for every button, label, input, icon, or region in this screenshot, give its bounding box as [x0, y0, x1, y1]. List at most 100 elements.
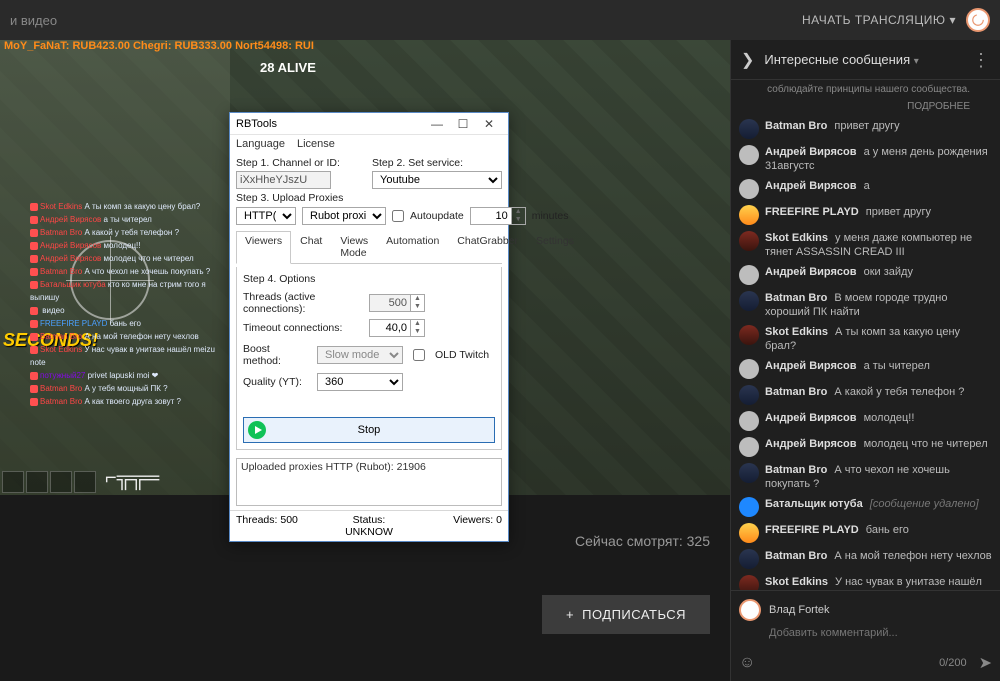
tab-automation[interactable]: Automation — [377, 231, 448, 263]
ingame-chat-line: потужный27 privet lapuski moi ❤ — [30, 369, 230, 382]
caret-down-icon: ▾ — [914, 56, 919, 67]
avatar-logo-icon — [971, 13, 985, 27]
chat-username[interactable]: Batman Bro — [765, 292, 827, 304]
autoupdate-minutes-input[interactable] — [470, 207, 512, 225]
chat-text: привет другу — [834, 120, 899, 132]
chat-text: а ты читерел — [864, 360, 930, 372]
tab-chat[interactable]: Chat — [291, 231, 331, 263]
chat-message: Skot Edkins у меня даже компьютер не тян… — [737, 228, 994, 262]
chat-username[interactable]: Батальщик ютуба — [765, 498, 863, 510]
avatar-icon — [739, 231, 759, 251]
ingame-chat-line: Batman Bro А на мой телефон нету чехлов — [30, 330, 230, 343]
chat-username[interactable]: Batman Bro — [765, 464, 827, 476]
chat-username[interactable]: Андрей Вирясов — [765, 360, 857, 372]
ingame-chat-line: Андрей Вирясов молодец что не читерел — [30, 252, 230, 265]
chat-messages: Batman Bro привет другу Андрей Вирясов а… — [731, 114, 1000, 590]
caret-down-icon: ▾ — [949, 13, 956, 27]
chat-message: Батальщик ютуба [сообщение удалено] — [737, 494, 994, 520]
ingame-chat-line: Batman Bro А что чехол не хочешь покупат… — [30, 265, 230, 278]
minimize-icon[interactable]: — — [424, 117, 450, 131]
menu-license[interactable]: License — [297, 138, 335, 150]
topbar-left-text: и видео — [10, 13, 57, 28]
avatar-icon — [739, 179, 759, 199]
community-notice: соблюдайте принципы нашего сообщества. — [731, 80, 1000, 97]
boost-select[interactable]: Slow mode — [317, 346, 403, 364]
tab-views-mode[interactable]: Views Mode — [331, 231, 377, 263]
hotbar — [2, 471, 96, 493]
old-twitch-checkbox[interactable] — [413, 349, 425, 361]
chat-message: Андрей Вирясов молодец что не читерел — [737, 434, 994, 460]
stop-button[interactable]: Stop — [243, 417, 495, 443]
minutes-label: minutes — [532, 210, 569, 222]
autoupdate-checkbox[interactable] — [392, 210, 404, 222]
chat-text: А на мой телефон нету чехлов — [834, 550, 991, 562]
chat-username[interactable]: Андрей Вирясов — [765, 180, 857, 192]
start-stream-button[interactable]: НАЧАТЬ ТРАНСЛЯЦИЮ ▾ — [802, 13, 956, 27]
close-icon[interactable]: ✕ — [476, 117, 502, 131]
chat-username[interactable]: Batman Bro — [765, 550, 827, 562]
status-threads: Threads: 500 — [236, 514, 318, 538]
avatar-icon — [739, 411, 759, 431]
chat-username[interactable]: Batman Bro — [765, 120, 827, 132]
threads-input[interactable] — [369, 294, 411, 312]
chat-text: А какой у тебя телефон ? — [834, 386, 964, 398]
channel-id-input[interactable] — [236, 171, 331, 189]
tab-chatgrabber[interactable]: ChatGrabber — [448, 231, 527, 263]
more-icon[interactable]: ⋮ — [972, 51, 990, 69]
proxy-type-select[interactable]: HTTP(s) — [236, 207, 296, 225]
chat-username[interactable]: Андрей Вирясов — [765, 412, 857, 424]
step4-label: Step 4. Options — [243, 273, 495, 285]
ingame-chat-line: Batman Bro А как твоего друга зовут ? — [30, 395, 230, 408]
chat-username[interactable]: Андрей Вирясов — [765, 266, 857, 278]
service-select[interactable]: Youtube — [372, 171, 502, 189]
alive-counter: 28 ALIVE — [260, 60, 316, 75]
plus-icon: + — [566, 607, 574, 622]
chat-username[interactable]: FREEFIRE PLAYD — [765, 206, 859, 218]
comment-input[interactable] — [769, 627, 992, 639]
chat-username[interactable]: Skot Edkins — [765, 326, 828, 338]
chat-message: Skot Edkins У нас чувак в унитазе нашёл … — [737, 572, 994, 590]
subscribe-button[interactable]: + ПОДПИСАТЬСЯ — [542, 595, 710, 634]
chat-username[interactable]: Skot Edkins — [765, 232, 828, 244]
user-avatar[interactable] — [966, 8, 990, 32]
avatar-icon — [739, 575, 759, 590]
ingame-chat-line: Андрей Вирясов а ты читерел — [30, 213, 230, 226]
window-titlebar[interactable]: RBTools — ☐ ✕ — [230, 113, 508, 135]
learn-more-link[interactable]: ПОДРОБНЕЕ — [731, 97, 1000, 114]
play-icon — [248, 421, 266, 439]
tab-viewers[interactable]: Viewers — [236, 231, 291, 264]
chat-username[interactable]: Skot Edkins — [765, 576, 828, 588]
send-icon[interactable]: ➤ — [979, 653, 992, 673]
ingame-chat-line: Skot Edkins У нас чувак в унитазе нашёл … — [30, 343, 230, 369]
chat-text: молодец что не читерел — [864, 438, 988, 450]
ingame-chat-line: Skot Edkins А ты комп за какую цену брал… — [30, 200, 230, 213]
quality-select[interactable]: 360 — [317, 373, 403, 391]
step2-label: Step 2. Set service: — [372, 157, 502, 169]
avatar-icon — [739, 359, 759, 379]
maximize-icon[interactable]: ☐ — [450, 117, 476, 131]
chat-username[interactable]: Batman Bro — [765, 386, 827, 398]
tab-settings[interactable]: Settings — [527, 231, 583, 263]
start-stream-label: НАЧАТЬ ТРАНСЛЯЦИЮ — [802, 13, 945, 27]
proxy-source-select[interactable]: Rubot proxies — [302, 207, 386, 225]
avatar-icon — [739, 463, 759, 483]
chat-message: Skot Edkins А ты комп за какую цену брал… — [737, 322, 994, 356]
weapon-icon: ⌐╦╦═ — [105, 467, 159, 490]
top-bar: и видео НАЧАТЬ ТРАНСЛЯЦИЮ ▾ — [0, 0, 1000, 40]
avatar-icon — [739, 119, 759, 139]
collapse-icon[interactable]: ❯ — [741, 50, 754, 70]
chat-username[interactable]: Андрей Вирясов — [765, 438, 857, 450]
chat-username[interactable]: FREEFIRE PLAYD — [765, 524, 859, 536]
emoji-icon[interactable]: ☺ — [739, 654, 755, 672]
sidebar-title[interactable]: Интересные сообщения ▾ — [764, 52, 962, 67]
chat-message: Андрей Вирясов а у меня день рождения 31… — [737, 142, 994, 176]
timeout-input[interactable] — [369, 319, 411, 337]
menu-language[interactable]: Language — [236, 138, 285, 150]
chat-message: Batman Bro привет другу — [737, 116, 994, 142]
char-counter: 0/200 — [939, 657, 967, 669]
window-title: RBTools — [236, 118, 424, 130]
chat-text: бань его — [866, 524, 909, 536]
chat-message: Batman Bro А на мой телефон нету чехлов — [737, 546, 994, 572]
chat-username[interactable]: Андрей Вирясов — [765, 146, 857, 158]
rbtools-window: RBTools — ☐ ✕ Language License Step 1. C… — [229, 112, 509, 542]
